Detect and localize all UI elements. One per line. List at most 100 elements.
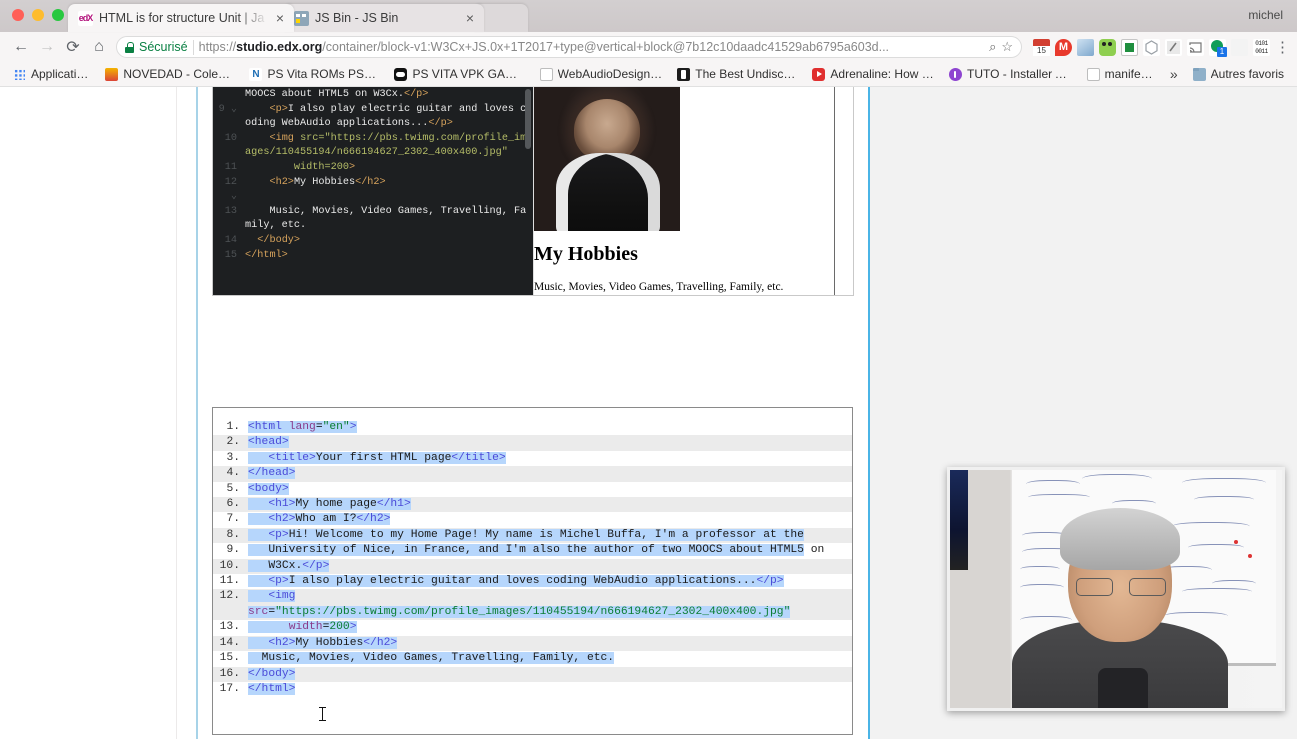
dark-icon [677, 67, 691, 81]
code-line: 12. <img src="https://pbs.twimg.com/profi… [213, 589, 852, 621]
whiteboard-scribble [1172, 522, 1250, 533]
editor-line-number: 9 ⌄ [218, 103, 237, 115]
whiteboard-scribble [1164, 612, 1228, 622]
zoom-search-icon[interactable]: ⌕ [989, 39, 996, 55]
cast-glyph [1189, 41, 1202, 53]
browser-toolbar: ← → ⟳ ⌂ Sécurisé https://studio.edx.org/… [0, 32, 1297, 62]
close-window-button[interactable] [12, 9, 24, 21]
profile-name[interactable]: michel [1248, 8, 1283, 22]
jsbin-code-editor[interactable]: MOOCS about HTML5 on W3Cx.</p> 9 ⌄ <p>I … [213, 87, 533, 295]
code-sample-lines: 1. <html lang="en"> 2. <head> 3. <title>… [213, 408, 852, 707]
bookmark-applications[interactable]: Applications [6, 64, 98, 84]
code-line-text: <h2>Who am I?</h2> [248, 512, 852, 527]
code-line-number: 7. [226, 513, 240, 526]
novedad-icon [105, 67, 119, 81]
text-cursor [319, 707, 326, 721]
bookmark-tuto[interactable]: TUTO - Installer Ad... [942, 64, 1080, 84]
code-sample-block[interactable]: 1. <html lang="en"> 2. <head> 3. <title>… [212, 407, 853, 735]
editor-line-number: 10 [224, 132, 237, 144]
editor-line-number: 13 [224, 205, 237, 217]
forward-button[interactable]: → [34, 34, 60, 60]
green-badge-icon[interactable] [1209, 38, 1227, 57]
editor-line: 13 Music, Movies, Video Games, Travellin… [213, 205, 533, 234]
cube-glyph [1145, 39, 1158, 55]
chrome-menu-icon[interactable]: ⋮ [1275, 40, 1290, 55]
bookmark-novedad[interactable]: NOVEDAD - Colecci... [98, 64, 242, 84]
code-line-number: 11. [219, 575, 240, 588]
home-button[interactable]: ⌂ [86, 34, 112, 60]
tuto-icon [948, 67, 962, 81]
bookmarks-bar: Applications NOVEDAD - Colecci... N PS V… [0, 62, 1297, 87]
bookmark-psvita-vpk[interactable]: PS VITA VPK GAME... [387, 64, 532, 84]
window-controls [12, 9, 64, 21]
binary-icon[interactable]: 0101 0011 [1253, 38, 1270, 56]
code-line-text: </html> [248, 682, 296, 695]
page-left-hairline [176, 87, 177, 739]
bluebox-icon[interactable] [1077, 38, 1094, 56]
tab-jsbin[interactable]: JS Bin - JS Bin × [284, 4, 484, 32]
editor-line-number: 14 [224, 234, 237, 246]
bookmark-other-favorites[interactable]: Autres favoris [1186, 64, 1291, 84]
code-line-number: 3. [226, 451, 240, 464]
cube-icon[interactable] [1143, 38, 1160, 56]
code-line-text: <body> [248, 482, 289, 495]
minimize-window-button[interactable] [32, 9, 44, 21]
calendar-icon[interactable] [1033, 38, 1050, 56]
preview-heading: My Hobbies [534, 243, 638, 265]
editor-line: 15 </html> [213, 249, 533, 264]
editor-scrollbar[interactable] [525, 89, 531, 149]
bookmark-manifestr[interactable]: manifestR [1080, 64, 1162, 84]
frog-icon[interactable] [1099, 38, 1116, 56]
editor-line-number: 12 ⌄ [224, 176, 237, 203]
bookmarks-overflow-icon[interactable]: » [1162, 66, 1186, 82]
editor-line-text: <p>I also play electric guitar and loves… [245, 103, 527, 130]
apps-grid-icon [13, 68, 26, 81]
back-button[interactable]: ← [8, 34, 34, 60]
bookmarks-right-group: » Autres favoris [1162, 64, 1291, 84]
tab-jsbin-close-icon[interactable]: × [464, 11, 476, 25]
code-line: 15. Music, Movies, Video Games, Travelli… [213, 651, 852, 666]
editor-line: 14 </body> [213, 234, 533, 249]
document-icon [539, 67, 553, 81]
bookmark-adrenaline[interactable]: Adrenaline: How to... [805, 64, 942, 84]
maximize-window-button[interactable] [52, 9, 64, 21]
bookmark-webaudiodesigner[interactable]: WebAudioDesigner... [533, 64, 671, 84]
code-line-number: 1. [226, 421, 240, 433]
code-line: 1. <html lang="en"> [213, 420, 852, 435]
code-line: 8. <p>Hi! Welcome to my Home Page! My na… [213, 527, 852, 544]
code-line-number: 14. [219, 636, 240, 649]
tab-edx-close-icon[interactable]: × [274, 11, 286, 25]
whiteboard-scribble [1026, 480, 1080, 490]
editor-line: MOOCS about HTML5 on W3Cx.</p> [213, 88, 533, 103]
url-path: /container/block-v1:W3Cx+JS.0x+1T2017+ty… [322, 40, 890, 54]
code-line: 4. </head> [213, 466, 852, 482]
bookmark-label: PS Vita ROMs PSVit... [267, 67, 381, 81]
mega-icon[interactable]: M [1055, 38, 1072, 56]
document-icon [1086, 67, 1100, 81]
bookmark-best-undiscovered[interactable]: The Best Undiscov... [670, 64, 805, 84]
code-line-text: <html lang="en"> [248, 421, 357, 433]
sheets-icon[interactable] [1121, 38, 1138, 56]
code-line-number: 9. [226, 544, 240, 557]
code-line-text: width=200> [248, 620, 852, 635]
bookmark-star-icon[interactable]: ☆ [1001, 39, 1015, 55]
cast-icon[interactable] [1187, 38, 1204, 56]
wrench-icon[interactable] [1165, 38, 1182, 56]
webcam-person-glasses [1076, 578, 1166, 596]
code-line-text: University of Nice, in France, and I'm a… [248, 543, 852, 558]
address-bar[interactable]: Sécurisé https://studio.edx.org/containe… [116, 36, 1022, 58]
bookmark-psvita-roms[interactable]: N PS Vita ROMs PSVit... [242, 64, 387, 84]
code-line-text: <h1>My home page</h1> [248, 497, 852, 512]
tab-edx[interactable]: edX HTML is for structure Unit | Ja × [68, 4, 294, 32]
reload-button[interactable]: ⟳ [60, 34, 86, 60]
qr-icon[interactable] [1231, 38, 1248, 56]
bookmark-label: PS VITA VPK GAME... [412, 67, 526, 81]
jsbin-preview-pane: My Hobbies Music, Movies, Video Games, T… [533, 87, 853, 295]
bookmark-label: WebAudioDesigner... [557, 67, 664, 81]
bookmark-label: NOVEDAD - Colecci... [123, 67, 236, 81]
bookmark-label: The Best Undiscov... [695, 67, 799, 81]
code-line-number: 15. [219, 652, 240, 665]
jsbin-embed[interactable]: MOOCS about HTML5 on W3Cx.</p> 9 ⌄ <p>I … [212, 87, 854, 296]
code-line-text: <p>I also play electric guitar and loves… [248, 574, 852, 589]
whiteboard-scribble [1028, 494, 1090, 502]
